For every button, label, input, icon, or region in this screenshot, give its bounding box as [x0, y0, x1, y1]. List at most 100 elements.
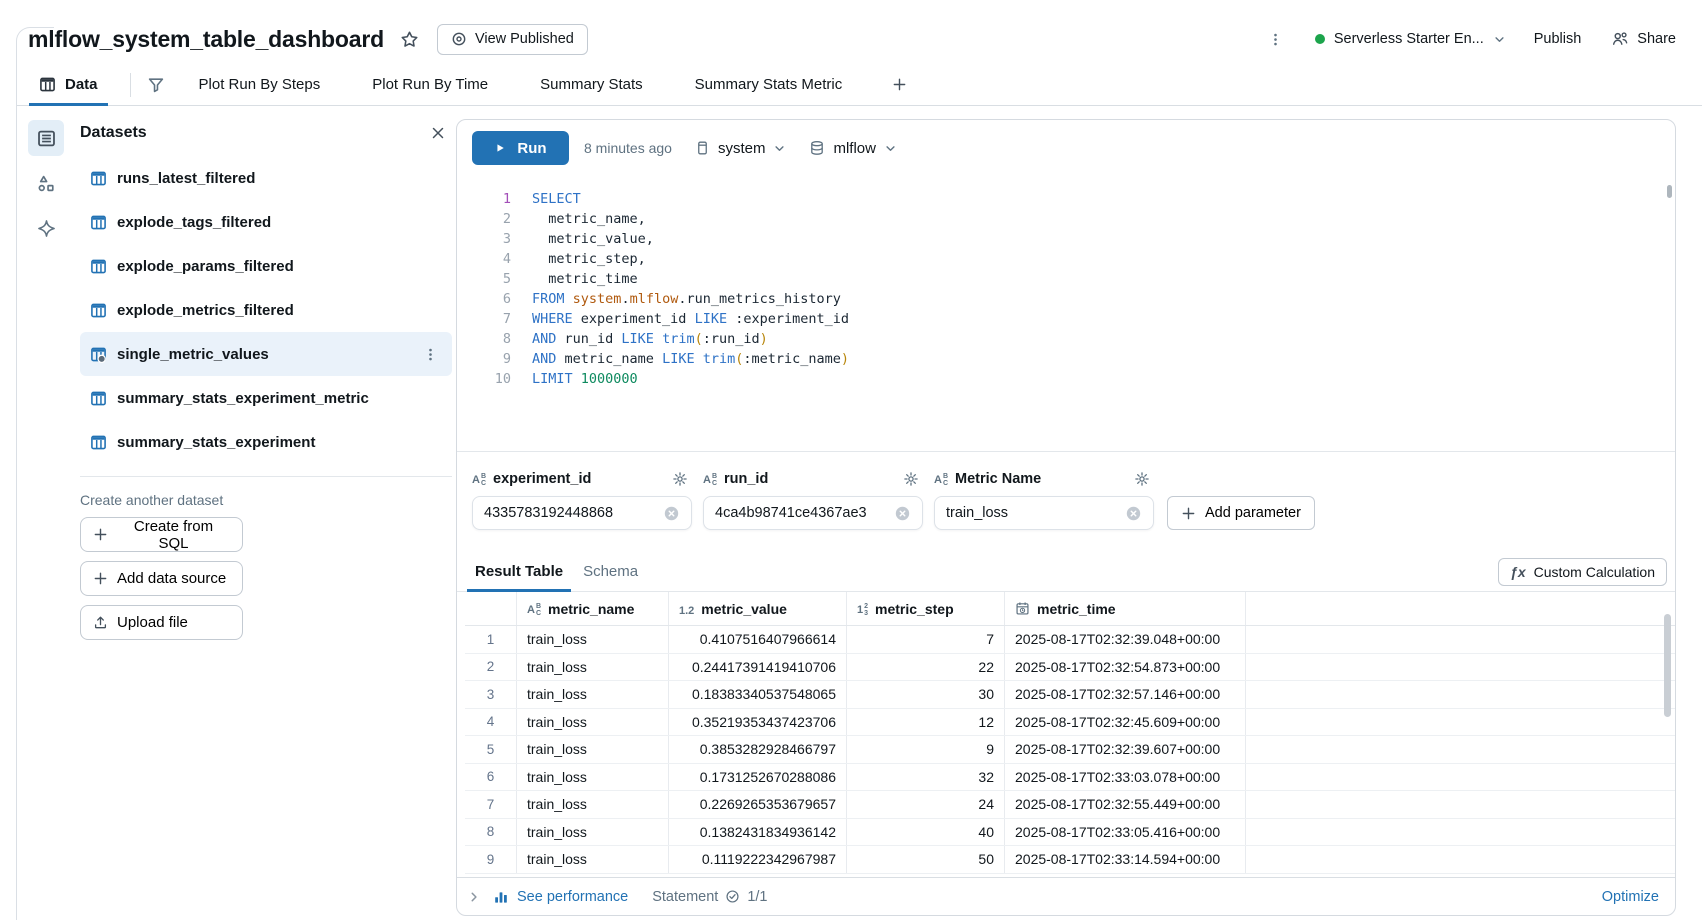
sql-line-3[interactable]: 3 metric_value, — [457, 229, 1655, 249]
sql-line-7[interactable]: 7WHERE experiment_id LIKE :experiment_id — [457, 309, 1655, 329]
table-row[interactable]: 3train_loss0.18383340537548065302025-08-… — [465, 681, 1675, 709]
sql-line-9[interactable]: 9AND metric_name LIKE trim(:metric_name) — [457, 349, 1655, 369]
schema-selector[interactable]: mlflow — [809, 140, 897, 157]
share-button[interactable]: Share — [1611, 30, 1676, 48]
row-number: 1 — [465, 626, 517, 653]
tab-result-table[interactable]: Result Table — [465, 563, 573, 591]
sql-line-6[interactable]: 6FROM system.mlflow.run_metrics_history — [457, 289, 1655, 309]
catalog-selector[interactable]: system — [695, 140, 787, 157]
gear-icon[interactable] — [1134, 471, 1150, 487]
check-circle-icon — [725, 889, 740, 904]
cell-metric_value: 0.1731252670288086 — [669, 764, 847, 791]
cell-metric_step: 30 — [847, 681, 1005, 708]
sql-line-4[interactable]: 4 metric_step, — [457, 249, 1655, 269]
line-number: 8 — [457, 329, 511, 349]
view-published-button[interactable]: View Published — [437, 24, 588, 55]
add-data-source-button[interactable]: Add data source — [80, 561, 243, 596]
eye-icon — [451, 31, 467, 47]
parameter-input[interactable]: 4ca4b98741ce4367ae3 — [703, 496, 923, 530]
tab-plot-run-by-steps[interactable]: Plot Run By Steps — [199, 76, 321, 93]
rail-lineage-button[interactable] — [28, 165, 64, 201]
sql-line-5[interactable]: 5 metric_time — [457, 269, 1655, 289]
editor-scrollbar-thumb[interactable] — [1667, 185, 1672, 198]
dataset-item-runs_latest_filtered[interactable]: runs_latest_filtered — [80, 156, 452, 200]
run-button[interactable]: Run — [472, 131, 569, 165]
dataset-table-icon — [90, 214, 107, 231]
environment-selector[interactable]: Serverless Starter En... — [1315, 31, 1506, 47]
table-row[interactable]: 1train_loss0.410751640796661472025-08-17… — [465, 626, 1675, 654]
dataset-name: explode_params_filtered — [117, 258, 294, 275]
line-number: 10 — [457, 369, 511, 389]
table-row[interactable]: 7train_loss0.2269265353679657242025-08-1… — [465, 791, 1675, 819]
column-header-metric_time[interactable]: metric_time — [1005, 592, 1246, 625]
publish-button[interactable]: Publish — [1534, 31, 1582, 47]
cell-metric_time: 2025-08-17T02:32:45.609+00:00 — [1005, 709, 1246, 736]
see-performance-link[interactable]: See performance — [493, 889, 628, 905]
table-scrollbar-thumb[interactable] — [1664, 614, 1671, 717]
table-row[interactable]: 8train_loss0.1382431834936142402025-08-1… — [465, 819, 1675, 847]
tab-summary-stats-metric[interactable]: Summary Stats Metric — [695, 76, 843, 93]
statement-count: 1/1 — [747, 889, 767, 905]
parameter-input[interactable]: 4335783192448868 — [472, 496, 692, 530]
dataset-table-icon — [90, 390, 107, 407]
gear-icon[interactable] — [672, 471, 688, 487]
table-row[interactable]: 2train_loss0.24417391419410706222025-08-… — [465, 654, 1675, 682]
rail-assistant-button[interactable] — [28, 210, 64, 246]
tab-plot-run-by-time[interactable]: Plot Run By Time — [372, 76, 488, 93]
upload-icon — [93, 615, 108, 630]
column-header-metric_value[interactable]: 1.2metric_value — [669, 592, 847, 625]
sql-editor[interactable]: 1SELECT2 metric_name,3 metric_value,4 me… — [457, 176, 1675, 451]
custom-calculation-button[interactable]: ƒx Custom Calculation — [1498, 558, 1667, 586]
table-row[interactable]: 5train_loss0.385328292846679792025-08-17… — [465, 736, 1675, 764]
table-row[interactable]: 9train_loss0.1119222342967987502025-08-1… — [465, 846, 1675, 874]
tab-summary-stats[interactable]: Summary Stats — [540, 76, 643, 93]
sql-line-1[interactable]: 1SELECT — [457, 189, 1655, 209]
dataset-item-single_metric_values[interactable]: single_metric_values — [80, 332, 452, 376]
dataset-item-summary_stats_experiment[interactable]: summary_stats_experiment — [80, 420, 452, 464]
page-tabs: Plot Run By Steps Plot Run By Time Summary… — [199, 76, 843, 93]
bar-chart-icon — [493, 889, 509, 905]
dataset-menu-icon[interactable] — [419, 344, 442, 365]
dataset-item-explode_metrics_filtered[interactable]: explode_metrics_filtered — [80, 288, 452, 332]
clear-value-icon[interactable] — [894, 505, 911, 522]
optimize-link[interactable]: Optimize — [1602, 889, 1659, 905]
clear-value-icon[interactable] — [1125, 505, 1142, 522]
create-from-sql-button[interactable]: Create from SQL — [80, 517, 243, 552]
column-header-metric_step[interactable]: 123metric_step — [847, 592, 1005, 625]
filter-icon[interactable] — [147, 76, 165, 94]
dataset-item-explode_tags_filtered[interactable]: explode_tags_filtered — [80, 200, 452, 244]
overflow-menu-icon[interactable] — [1262, 27, 1289, 52]
dataset-item-summary_stats_experiment_metric[interactable]: summary_stats_experiment_metric — [80, 376, 452, 420]
rail-datasets-button[interactable] — [28, 120, 64, 156]
sql-line-2[interactable]: 2 metric_name, — [457, 209, 1655, 229]
add-page-button[interactable] — [892, 77, 907, 92]
table-row[interactable]: 4train_loss0.35219353437423706122025-08-… — [465, 709, 1675, 737]
table-row[interactable]: 6train_loss0.1731252670288086322025-08-1… — [465, 764, 1675, 792]
dataset-item-explode_params_filtered[interactable]: explode_params_filtered — [80, 244, 452, 288]
upload-file-button[interactable]: Upload file — [80, 605, 243, 640]
line-number: 7 — [457, 309, 511, 329]
dataset-table-icon — [90, 302, 107, 319]
tab-schema[interactable]: Schema — [573, 563, 648, 591]
gear-icon[interactable] — [903, 471, 919, 487]
catalog-icon — [695, 140, 710, 156]
cell-metric_step: 12 — [847, 709, 1005, 736]
favorite-star-icon[interactable] — [400, 30, 419, 49]
tab-bar: Data Plot Run By Steps Plot Run By Time Su… — [17, 64, 1702, 106]
sql-line-8[interactable]: 8AND run_id LIKE trim(:run_id) — [457, 329, 1655, 349]
database-icon — [809, 140, 825, 156]
expand-chevron-icon[interactable] — [467, 890, 481, 904]
dataset-name: summary_stats_experiment — [117, 434, 315, 451]
column-header-metric_name[interactable]: ABCmetric_name — [517, 592, 669, 625]
row-number: 3 — [465, 681, 517, 708]
add-parameter-button[interactable]: Add parameter — [1167, 496, 1315, 530]
sql-line-10[interactable]: 10LIMIT 1000000 — [457, 369, 1655, 389]
tab-data[interactable]: Data — [29, 64, 108, 105]
cell-metric_time: 2025-08-17T02:32:39.048+00:00 — [1005, 626, 1246, 653]
chevron-down-icon — [773, 142, 786, 155]
cell-metric_value: 0.2269265353679657 — [669, 791, 847, 818]
cell-metric_step: 24 — [847, 791, 1005, 818]
parameter-input[interactable]: train_loss — [934, 496, 1154, 530]
clear-value-icon[interactable] — [663, 505, 680, 522]
close-icon[interactable] — [430, 125, 446, 141]
